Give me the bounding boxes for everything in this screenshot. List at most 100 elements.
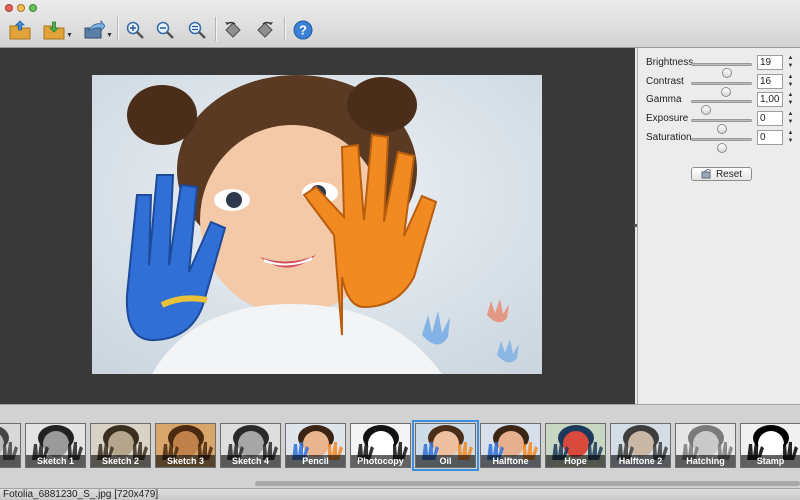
gamma-field[interactable]: 1,00 <box>757 92 783 107</box>
filter-thumbnail[interactable]: Hope <box>545 423 606 468</box>
contrast-label: Contrast <box>646 76 684 87</box>
filter-thumbnail[interactable]: Halftone 2 <box>610 423 671 468</box>
toolbar: ▼ ▼ ? <box>0 0 800 48</box>
filter-thumbnail[interactable]: Stamp <box>740 423 800 468</box>
filter-label: Oil <box>416 455 475 467</box>
zoom-fit-icon <box>188 21 206 39</box>
saturation-row: Saturation 0 ▲ ▼ <box>638 129 800 153</box>
toolbar-divider <box>215 17 216 41</box>
rotate-right-icon <box>257 21 273 38</box>
zoom-in-icon <box>126 21 144 39</box>
zoom-in-button[interactable] <box>124 17 146 43</box>
contrast-row: Contrast 16 ▲ ▼ <box>638 73 800 97</box>
contrast-stepper[interactable]: ▲ ▼ <box>786 73 795 90</box>
folder-open-icon <box>9 20 31 40</box>
filter-thumbnail[interactable]: Sketch 3 <box>155 423 216 468</box>
filter-thumbnail[interactable]: Hatching <box>675 423 736 468</box>
filter-thumbnail[interactable] <box>0 423 21 468</box>
filter-label: Halftone 2 <box>611 455 670 467</box>
contrast-field[interactable]: 16 <box>757 74 783 89</box>
close-window-button[interactable] <box>5 4 13 12</box>
stepper-down-icon[interactable]: ▼ <box>786 118 795 126</box>
filter-thumbnail[interactable]: Sketch 4 <box>220 423 281 468</box>
filter-label <box>0 455 20 467</box>
contrast-slider[interactable] <box>691 82 752 97</box>
filter-label: Sketch 3 <box>156 455 215 467</box>
brightness-stepper[interactable]: ▲ ▼ <box>786 54 795 71</box>
exposure-slider[interactable] <box>691 119 752 134</box>
app-window: ▼ ▼ ? Brightness 19 ▲ ▼ Contrast 16 ▲ ▼ … <box>0 0 800 500</box>
reset-label: Reset <box>715 168 743 180</box>
stepper-down-icon[interactable]: ▼ <box>786 137 795 145</box>
share-icon <box>84 20 106 39</box>
brightness-field[interactable]: 19 <box>757 55 783 70</box>
filter-label: Hatching <box>676 455 735 467</box>
filter-thumbnail[interactable]: Sketch 2 <box>90 423 151 468</box>
adjustments-panel: Brightness 19 ▲ ▼ Contrast 16 ▲ ▼ Gamma 1,… <box>637 48 800 404</box>
filter-thumbnail[interactable]: Pencil <box>285 423 346 468</box>
stepper-down-icon[interactable]: ▼ <box>786 62 795 70</box>
minimize-window-button[interactable] <box>17 4 25 12</box>
photo-preview <box>92 75 542 374</box>
chevron-down-icon: ▼ <box>66 31 73 39</box>
zoom-out-button[interactable] <box>154 17 176 43</box>
saturation-slider-thumb[interactable] <box>716 143 727 153</box>
status-bar: Fotolia_6881230_S_.jpg [720x479] <box>0 488 800 500</box>
filter-label: Sketch 4 <box>221 455 280 467</box>
save-button[interactable]: ▼ <box>43 17 73 43</box>
open-button[interactable] <box>8 17 32 43</box>
saturation-stepper[interactable]: ▲ ▼ <box>786 129 795 146</box>
gamma-row: Gamma 1,00 ▲ ▼ <box>638 91 800 115</box>
saturation-label: Saturation <box>646 132 692 143</box>
stepper-up-icon[interactable]: ▲ <box>786 73 795 81</box>
brightness-row: Brightness 19 ▲ ▼ <box>638 54 800 78</box>
toolbar-divider <box>284 17 285 41</box>
gamma-stepper[interactable]: ▲ ▼ <box>786 91 795 108</box>
saturation-slider[interactable] <box>691 138 752 153</box>
rotate-right-button[interactable] <box>254 17 276 43</box>
stepper-up-icon[interactable]: ▲ <box>786 91 795 99</box>
rotate-left-icon <box>225 21 241 38</box>
stepper-up-icon[interactable]: ▲ <box>786 54 795 62</box>
chevron-down-icon: ▼ <box>106 31 113 39</box>
help-button[interactable]: ? <box>292 17 314 43</box>
zoom-out-icon <box>156 21 174 39</box>
filter-thumbnail[interactable]: Halftone <box>480 423 541 468</box>
exposure-stepper[interactable]: ▲ ▼ <box>786 110 795 127</box>
stepper-up-icon[interactable]: ▲ <box>786 110 795 118</box>
filmstrip-scrollbar[interactable] <box>255 481 800 486</box>
status-text: Fotolia_6881230_S_.jpg [720x479] <box>3 489 159 500</box>
filter-label: Hope <box>546 455 605 467</box>
photo-image <box>92 75 542 374</box>
exposure-row: Exposure 0 ▲ ▼ <box>638 110 800 134</box>
gamma-slider[interactable] <box>691 100 752 115</box>
filter-label: Sketch 2 <box>91 455 150 467</box>
filter-label: Halftone <box>481 455 540 467</box>
stepper-down-icon[interactable]: ▼ <box>786 99 795 107</box>
filter-label: Pencil <box>286 455 345 467</box>
filter-thumbnail[interactable]: Oil <box>412 420 479 471</box>
rotate-left-button[interactable] <box>222 17 244 43</box>
exposure-label: Exposure <box>646 113 689 124</box>
exposure-field[interactable]: 0 <box>757 111 783 126</box>
zoom-fit-button[interactable] <box>186 17 208 43</box>
svg-text:?: ? <box>299 23 307 38</box>
zoom-window-button[interactable] <box>29 4 37 12</box>
reset-button[interactable]: Reset <box>691 167 752 181</box>
filter-label: Photocopy <box>351 455 410 467</box>
stepper-up-icon[interactable]: ▲ <box>786 129 795 137</box>
brightness-label: Brightness <box>646 57 694 68</box>
image-canvas[interactable] <box>0 48 635 404</box>
filter-label: Stamp <box>741 455 800 467</box>
gamma-label: Gamma <box>646 94 682 105</box>
help-icon: ? <box>293 20 313 40</box>
brightness-slider[interactable] <box>691 63 752 78</box>
stepper-down-icon[interactable]: ▼ <box>786 81 795 89</box>
share-button[interactable]: ▼ <box>83 17 113 43</box>
toolbar-divider <box>117 17 118 41</box>
filter-thumbnail[interactable]: Sketch 1 <box>25 423 86 468</box>
filter-thumbnail[interactable]: Photocopy <box>350 423 411 468</box>
filter-filmstrip: Sketch 1 Sketch 2 Sketch 3 Sketch 4 Pencil Ph… <box>0 404 800 488</box>
saturation-field[interactable]: 0 <box>757 130 783 145</box>
filter-label: Sketch 1 <box>26 455 85 467</box>
